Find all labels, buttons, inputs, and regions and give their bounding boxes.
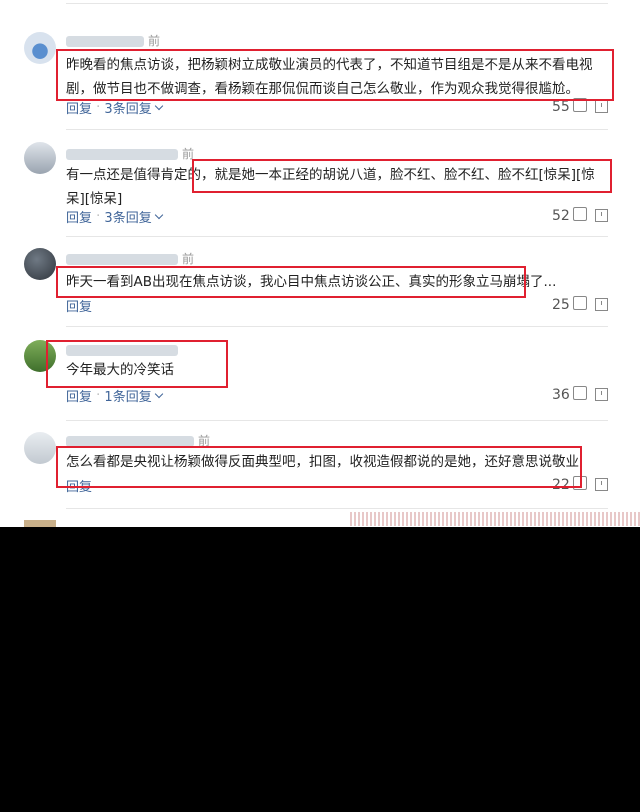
- divider: [66, 420, 608, 421]
- chevron-down-icon[interactable]: [154, 101, 163, 111]
- like-button[interactable]: 36: [552, 386, 587, 403]
- like-count: 36: [552, 387, 570, 403]
- like-count: 55: [552, 99, 570, 115]
- report-icon[interactable]: [595, 298, 608, 311]
- comment-time-suffix: 前: [148, 34, 161, 48]
- report-icon[interactable]: [595, 209, 608, 222]
- comment-meta: 前: [66, 250, 194, 267]
- avatar[interactable]: [24, 432, 56, 464]
- highlight-box: [46, 340, 228, 388]
- avatar[interactable]: [24, 248, 56, 280]
- chevron-down-icon[interactable]: [154, 389, 163, 399]
- chevron-down-icon[interactable]: [154, 210, 163, 220]
- like-count: 25: [552, 297, 570, 313]
- username-redacted[interactable]: [66, 149, 178, 160]
- comment-list-screenshot: 前 昨晚看的焦点访谈，把杨颖树立成敬业演员的代表了，不知道节目组是不是从来不看电…: [0, 0, 640, 527]
- highlight-box: [56, 446, 582, 488]
- divider: [66, 129, 608, 130]
- comment-time-suffix: 前: [182, 252, 195, 266]
- comment-meta: 前: [66, 145, 194, 162]
- report-icon[interactable]: [595, 388, 608, 401]
- like-button[interactable]: 52: [552, 207, 587, 224]
- username-redacted[interactable]: [66, 36, 144, 47]
- divider: [66, 326, 608, 327]
- divider: [66, 508, 608, 509]
- comment-actions: 回复 · 3条回复: [66, 207, 163, 226]
- divider: [66, 3, 608, 4]
- reply-link[interactable]: 回复: [66, 390, 92, 405]
- divider: [66, 236, 608, 237]
- comment-meta: 前: [66, 32, 160, 49]
- like-count: 52: [552, 208, 570, 224]
- reply-count-link[interactable]: 1条回复: [104, 390, 151, 405]
- thumbs-up-icon[interactable]: [572, 296, 587, 310]
- highlight-box: [192, 159, 612, 193]
- compression-artifact-strip: [350, 512, 640, 526]
- username-redacted[interactable]: [66, 254, 178, 265]
- thumbs-up-icon[interactable]: [572, 207, 587, 221]
- comment-actions: 回复: [66, 296, 92, 315]
- like-button[interactable]: 25: [552, 296, 587, 313]
- thumbs-up-icon[interactable]: [572, 386, 587, 400]
- avatar[interactable]: [24, 32, 56, 64]
- comment-actions: 回复 · 1条回复: [66, 386, 163, 405]
- reply-count-link[interactable]: 3条回复: [104, 211, 151, 226]
- highlight-box: [56, 49, 614, 101]
- report-icon[interactable]: [595, 478, 608, 491]
- reply-link[interactable]: 回复: [66, 300, 92, 315]
- avatar[interactable]: [24, 142, 56, 174]
- reply-link[interactable]: 回复: [66, 102, 92, 117]
- highlight-box: [56, 266, 526, 298]
- next-comment-avatar-partial: [24, 520, 56, 527]
- reply-link[interactable]: 回复: [66, 211, 92, 226]
- reply-count-link[interactable]: 3条回复: [104, 102, 151, 117]
- report-icon[interactable]: [595, 100, 608, 113]
